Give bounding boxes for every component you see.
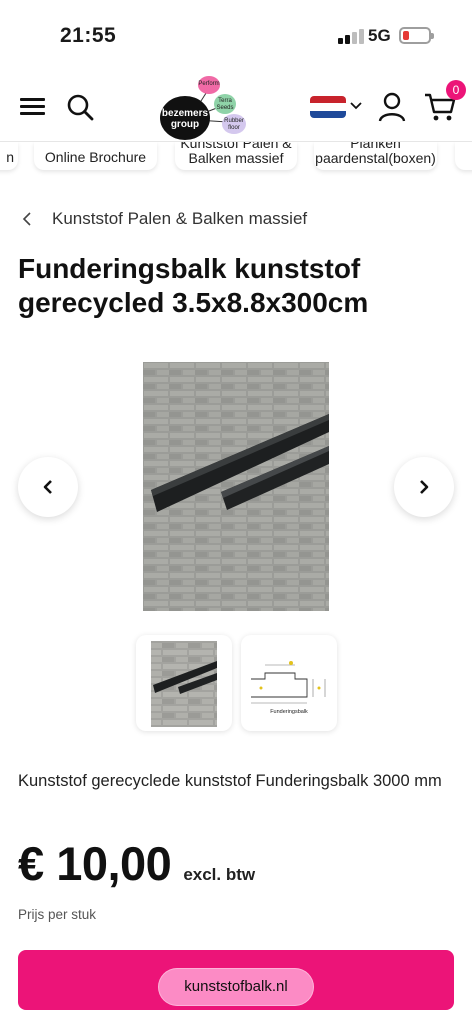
bezemers-logo[interactable]: bezemers group Perform Terra Seeds Rubbe… — [156, 76, 248, 140]
product-photo — [143, 362, 329, 611]
browser-url-pill[interactable]: kunststofbalk.nl — [158, 968, 314, 1006]
category-label: Online Brochure — [44, 149, 147, 165]
previous-image-button[interactable] — [18, 457, 78, 517]
breadcrumb[interactable]: Kunststof Palen & Balken massief — [20, 206, 307, 232]
cart-count-badge: 0 — [446, 80, 466, 100]
category-label-line2: paardenstal(boxen) — [315, 150, 436, 166]
menu-icon[interactable] — [20, 98, 45, 116]
netherlands-flag-icon[interactable] — [310, 96, 346, 118]
status-bar: 21:55 5G — [0, 0, 472, 70]
logo-bubble-terra-seeds: Terra Seeds — [214, 94, 236, 114]
chevron-right-icon — [420, 480, 429, 494]
product-title: Funderingsbalk kunststof gerecycled 3.5x… — [18, 253, 369, 318]
product-main-image[interactable] — [143, 362, 329, 611]
category-online-brochure[interactable]: Online Brochure — [34, 142, 157, 170]
logo-bubble-rubber-floor: Rubber floor — [222, 114, 246, 134]
category-kunststof-palen[interactable]: Kunststof Palen & Balken massief — [175, 142, 297, 170]
search-icon[interactable] — [66, 93, 94, 121]
thumbnail-photo[interactable] — [136, 635, 232, 731]
price-value: € 10,00 — [18, 837, 172, 890]
category-planken-paardenstal[interactable]: Planken paardenstal(boxen) — [314, 142, 437, 170]
technical-drawing-image: Funderingsbalk — [251, 661, 326, 715]
chevron-left-icon[interactable] — [20, 211, 34, 227]
next-image-button[interactable] — [394, 457, 454, 517]
thumbnail-drawing[interactable]: Funderingsbalk — [241, 635, 337, 731]
status-time: 21:55 — [60, 24, 117, 47]
breadcrumb-link[interactable]: Kunststof Palen & Balken massief — [52, 209, 307, 229]
signal-icon — [338, 28, 364, 44]
site-header: bezemers group Perform Terra Seeds Rubbe… — [0, 70, 472, 142]
chevron-left-icon — [43, 480, 52, 494]
category-label: n — [6, 149, 14, 165]
price-suffix: excl. btw — [183, 865, 256, 884]
category-chip-partial-right[interactable] — [455, 142, 472, 170]
price-row: € 10,00 excl. btw — [18, 836, 255, 891]
category-strip: n Online Brochure Kunststof Palen & Balk… — [0, 142, 472, 176]
drawing-caption: Funderingsbalk — [270, 709, 308, 715]
chevron-down-icon[interactable] — [350, 100, 362, 112]
thumbnail-photo-image — [151, 641, 217, 727]
logo-bubble-perform: Perform — [198, 76, 220, 94]
network-type: 5G — [368, 26, 391, 45]
account-icon[interactable] — [378, 92, 406, 122]
price-unit-label: Prijs per stuk — [18, 907, 97, 922]
logo-main-circle: bezemers group — [160, 96, 210, 140]
battery-level — [403, 31, 409, 40]
category-chip-partial[interactable]: n — [0, 142, 18, 170]
battery-icon — [399, 27, 434, 44]
category-label-line2: Balken massief — [188, 150, 284, 166]
product-description: Kunststof gerecyclede kunststof Funderin… — [18, 772, 442, 790]
